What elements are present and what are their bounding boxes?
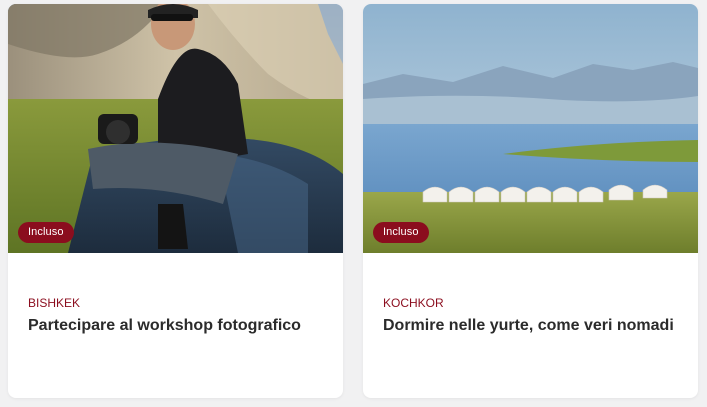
experience-card-workshop[interactable]: Incluso BISHKEK Partecipare al workshop … [8,4,343,398]
card-photo-photographer[interactable]: Incluso [8,4,343,253]
experience-card-yurts[interactable]: Incluso KOCHKOR Dormire nelle yurte, com… [363,4,698,398]
card-location: KOCHKOR [383,296,444,310]
card-title[interactable]: Partecipare al workshop fotografico [28,316,323,336]
photographer-image [8,4,343,253]
included-badge: Incluso [18,222,74,243]
card-title[interactable]: Dormire nelle yurte, come veri nomadi [383,316,678,336]
card-location: BISHKEK [28,296,81,310]
card-photo-yurts[interactable]: Incluso [363,4,698,253]
included-badge: Incluso [373,222,429,243]
yurt-camp-image [363,4,698,253]
